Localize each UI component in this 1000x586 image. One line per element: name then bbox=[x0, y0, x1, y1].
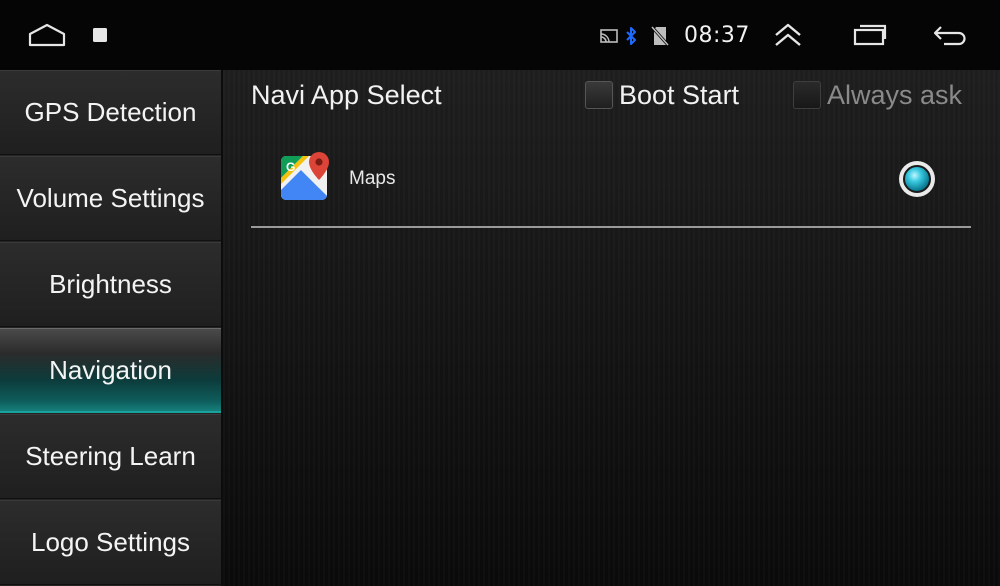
cast-status bbox=[600, 27, 618, 45]
bluetooth-status bbox=[624, 25, 638, 47]
expand-up-button[interactable] bbox=[770, 18, 806, 52]
sidebar-item-navigation[interactable]: Navigation bbox=[0, 328, 221, 413]
boot-start-checkbox[interactable] bbox=[585, 81, 613, 109]
always-ask-label: Always ask bbox=[827, 79, 963, 110]
clock: 08:37 bbox=[684, 23, 750, 48]
recent-square-button[interactable] bbox=[90, 18, 110, 52]
recent-square-icon bbox=[93, 28, 107, 42]
back-button[interactable] bbox=[930, 18, 970, 52]
sidebar-item-label: Steering Learn bbox=[25, 441, 196, 471]
multitask-icon bbox=[853, 24, 887, 46]
settings-sidebar: GPS Detection Volume Settings Brightness… bbox=[0, 70, 221, 586]
boot-start-label: Boot Start bbox=[619, 79, 740, 110]
sidebar-item-label: Navigation bbox=[49, 354, 172, 385]
expand-up-icon bbox=[775, 23, 801, 46]
bluetooth-icon bbox=[626, 27, 636, 45]
back-icon bbox=[933, 26, 966, 46]
sidebar-item-steering-learn[interactable]: Steering Learn bbox=[0, 414, 221, 499]
sim-status bbox=[650, 26, 670, 46]
sidebar-item-label: Volume Settings bbox=[16, 183, 205, 213]
svg-text:G: G bbox=[286, 160, 295, 174]
home-icon bbox=[28, 23, 66, 47]
app-select-radio[interactable] bbox=[899, 161, 935, 197]
multitask-button[interactable] bbox=[850, 18, 890, 52]
status-bar: 08:37 bbox=[0, 0, 1000, 70]
always-ask-checkbox[interactable] bbox=[793, 81, 821, 109]
sidebar-item-label: GPS Detection bbox=[24, 97, 197, 127]
boot-start-option[interactable]: Boot Start bbox=[585, 80, 739, 110]
app-name: Maps bbox=[349, 168, 396, 189]
sidebar-item-logo-settings[interactable]: Logo Settings bbox=[0, 500, 221, 585]
radio-selected-dot bbox=[903, 165, 931, 193]
google-maps-icon: G bbox=[279, 150, 333, 204]
sidebar-item-label: Brightness bbox=[49, 269, 172, 299]
sidebar-item-gps-detection[interactable]: GPS Detection bbox=[0, 70, 221, 155]
app-list-item[interactable]: G Maps bbox=[251, 140, 971, 228]
always-ask-option[interactable]: Always ask bbox=[793, 80, 962, 110]
navi-app-panel: Navi App Select Boot Start Always ask G … bbox=[223, 70, 1000, 586]
cast-icon bbox=[600, 29, 618, 43]
no-sim-icon bbox=[651, 26, 669, 46]
sidebar-item-brightness[interactable]: Brightness bbox=[0, 242, 221, 327]
home-button[interactable] bbox=[26, 18, 68, 52]
page-title: Navi App Select bbox=[251, 80, 442, 110]
sidebar-item-label: Logo Settings bbox=[30, 527, 190, 557]
sidebar-item-volume-settings[interactable]: Volume Settings bbox=[0, 156, 221, 241]
